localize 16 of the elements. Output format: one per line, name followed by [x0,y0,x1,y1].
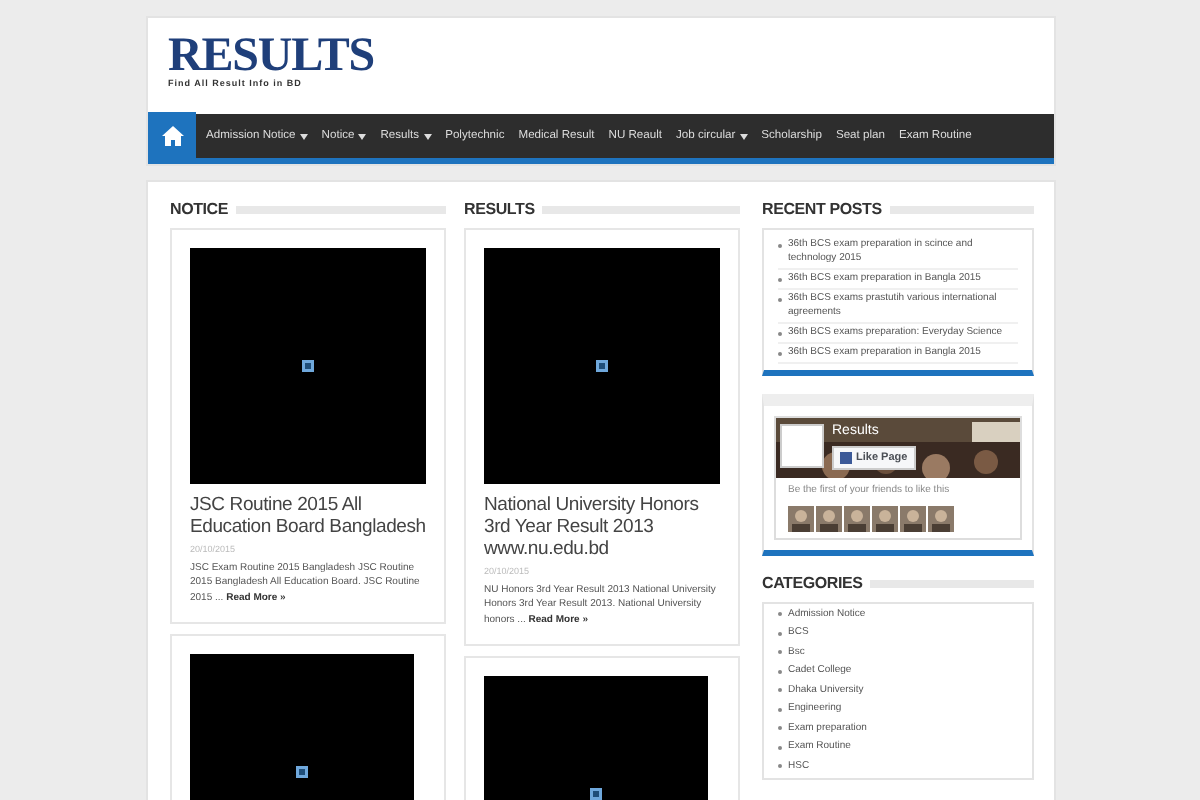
section-heading: RESULTS [464,202,535,218]
avatar-icon [816,505,842,531]
avatar-icon [928,505,954,531]
post-title[interactable]: JSC Routine 2015 All Education Board Bangladesh [190,494,426,538]
home-button[interactable] [148,111,196,161]
avatar-icon [844,505,870,531]
avatar-icon [872,505,898,531]
home-icon [161,126,183,146]
section-heading: RECENT POSTS [762,202,882,218]
post-title[interactable]: National University Honors 3rd Year Result 2013 www.nu.edu.bd [484,494,720,560]
facebook-icon [840,452,852,465]
avatar-icon [900,505,926,531]
avatar-icon [788,505,814,531]
page-logo [780,424,824,468]
section-heading: CATEGORIES [762,575,863,591]
section-heading: NOTICE [170,202,229,218]
